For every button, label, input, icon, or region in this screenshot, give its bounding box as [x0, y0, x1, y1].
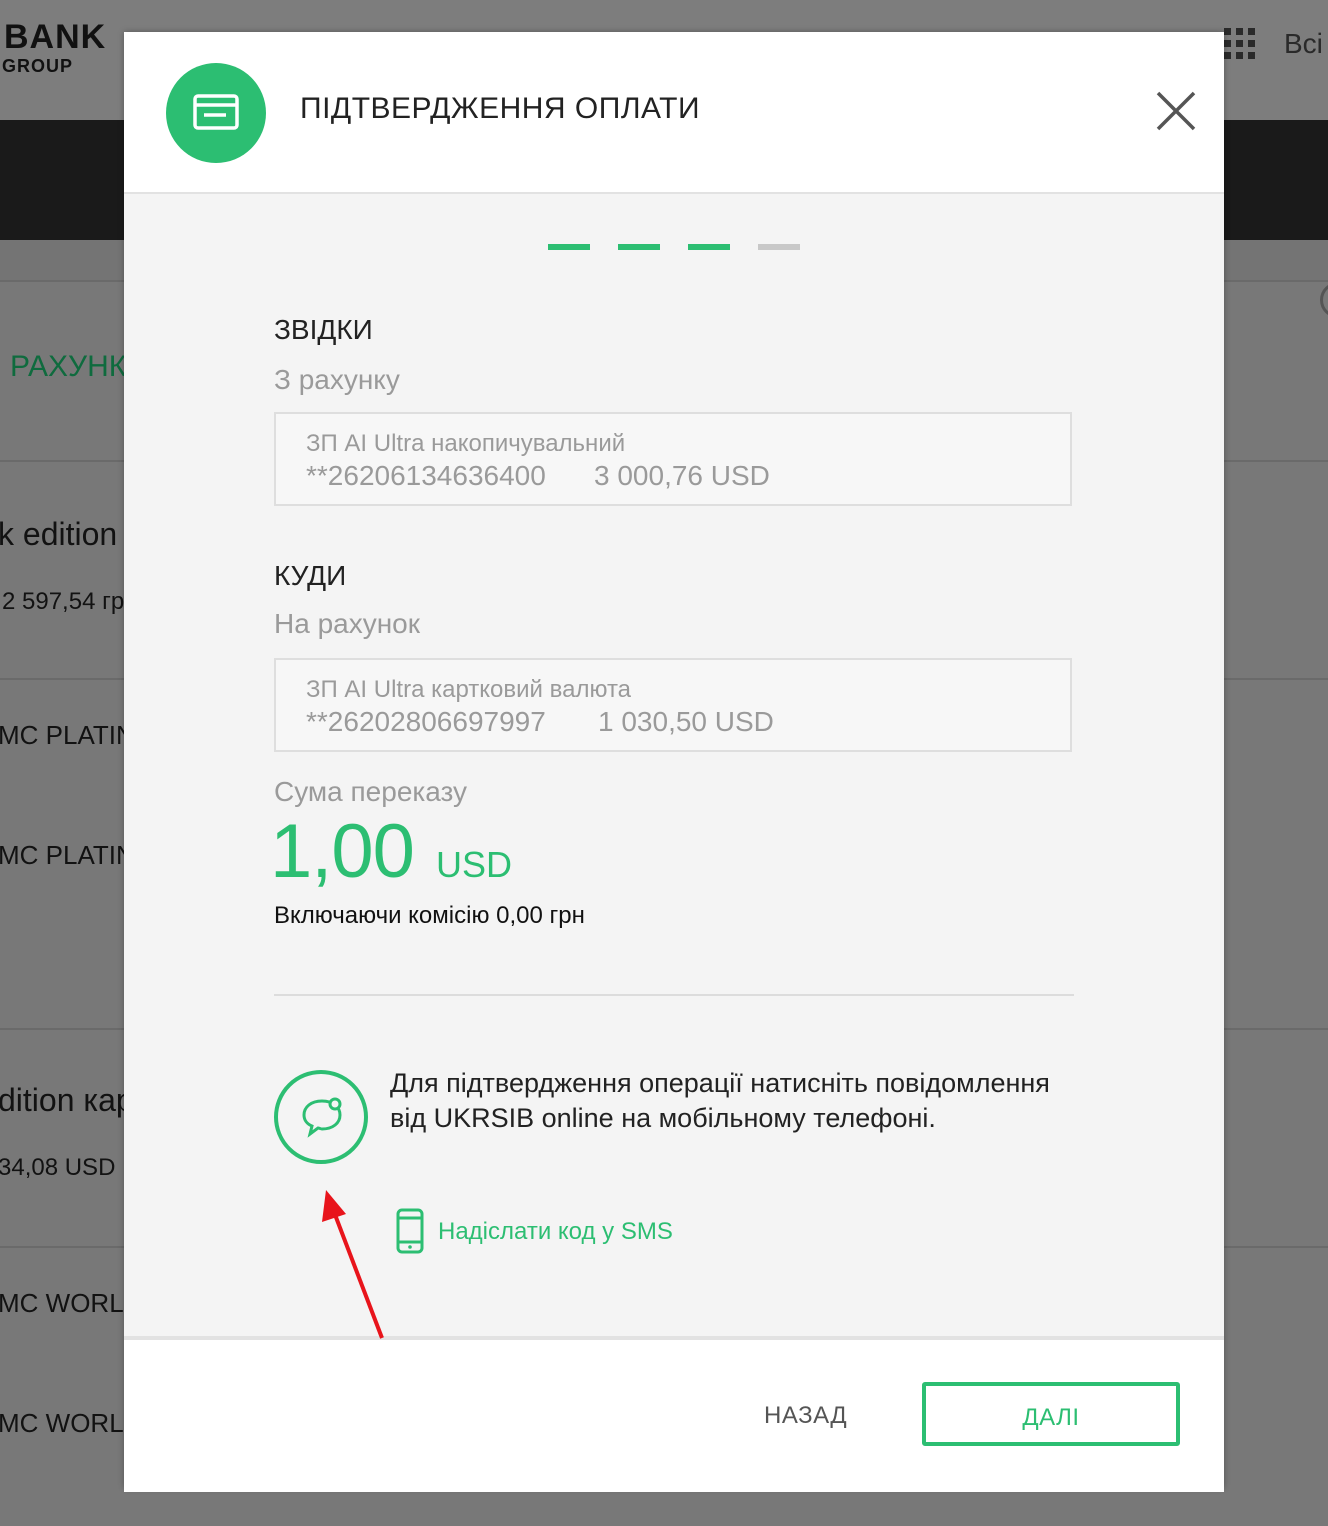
step-dash — [618, 244, 660, 250]
bg-row-title[interactable]: MC WORL — [0, 1408, 124, 1439]
bank-logo-group: GROUP — [2, 56, 74, 76]
amount-label: Сума переказу — [274, 776, 468, 807]
to-label: КУДИ — [274, 560, 347, 591]
mobile-phone-icon — [396, 1208, 424, 1254]
bg-row-title[interactable]: MC WORL — [0, 1288, 124, 1319]
apps-grid-icon[interactable] — [1224, 28, 1256, 60]
bg-row-title[interactable]: MC PLATIN — [0, 840, 135, 871]
from-account-balance: 3 000,76 USD — [594, 460, 770, 491]
amount-currency: USD — [436, 844, 513, 885]
modal-header: ПІДТВЕРДЖЕННЯ ОПЛАТИ — [124, 32, 1224, 194]
step-dash — [688, 244, 730, 250]
to-account-field[interactable]: ЗП AI Ultra картковий валюта **262028066… — [274, 658, 1072, 752]
chat-bubble-icon — [274, 1070, 368, 1164]
step-dash — [548, 244, 590, 250]
all-link[interactable]: Всі — [1284, 28, 1323, 60]
bank-logo: BANK — [4, 18, 107, 56]
push-instructions: Для підтвердження операції натисніть пов… — [390, 1068, 1050, 1133]
modal-title: ПІДТВЕРДЖЕННЯ ОПЛАТИ — [300, 92, 701, 125]
bg-row-sub: 2 597,54 гр — [2, 588, 125, 615]
amount-value: 1,00 — [270, 809, 415, 894]
bg-navbar-icon — [1320, 282, 1328, 318]
bg-row-title[interactable]: k edition — [0, 516, 117, 553]
next-button[interactable]: ДАЛІ — [922, 1382, 1180, 1446]
from-account-field[interactable]: ЗП AI Ultra накопичувальний **2620613463… — [274, 412, 1072, 506]
to-account-name: ЗП AI Ultra картковий валюта — [306, 676, 632, 703]
close-icon[interactable] — [1154, 89, 1198, 133]
send-sms-code-label: Надіслати код у SMS — [438, 1218, 673, 1245]
to-account-balance: 1 030,50 USD — [598, 706, 774, 737]
bg-row-title[interactable]: dition кар — [0, 1082, 134, 1119]
step-dash — [758, 244, 800, 250]
from-account-name: ЗП AI Ultra накопичувальний — [306, 430, 626, 457]
divider — [274, 994, 1074, 996]
back-button[interactable]: НАЗАД — [764, 1402, 847, 1430]
from-account-number: **26206134636400 — [306, 460, 546, 491]
modal-footer: НАЗАД ДАЛІ — [124, 1336, 1224, 1492]
commission-text: Включаючи комісію 0,00 грн — [274, 902, 585, 929]
to-account-number: **26202806697997 — [306, 706, 546, 737]
payment-card-icon — [166, 63, 266, 163]
bg-row-title[interactable]: MC PLATIN — [0, 720, 135, 751]
payment-confirmation-modal: ПІДТВЕРДЖЕННЯ ОПЛАТИ ЗВІДКИ З рахунку ЗП… — [124, 32, 1224, 1492]
from-label: ЗВІДКИ — [274, 314, 373, 345]
tab-accounts[interactable]: РАХУНК — [10, 350, 126, 384]
bg-row-sub: 34,08 USD — [0, 1154, 116, 1181]
from-sublabel: З рахунку — [274, 364, 400, 395]
next-button-label: ДАЛІ — [1022, 1404, 1080, 1431]
to-sublabel: На рахунок — [274, 608, 421, 639]
